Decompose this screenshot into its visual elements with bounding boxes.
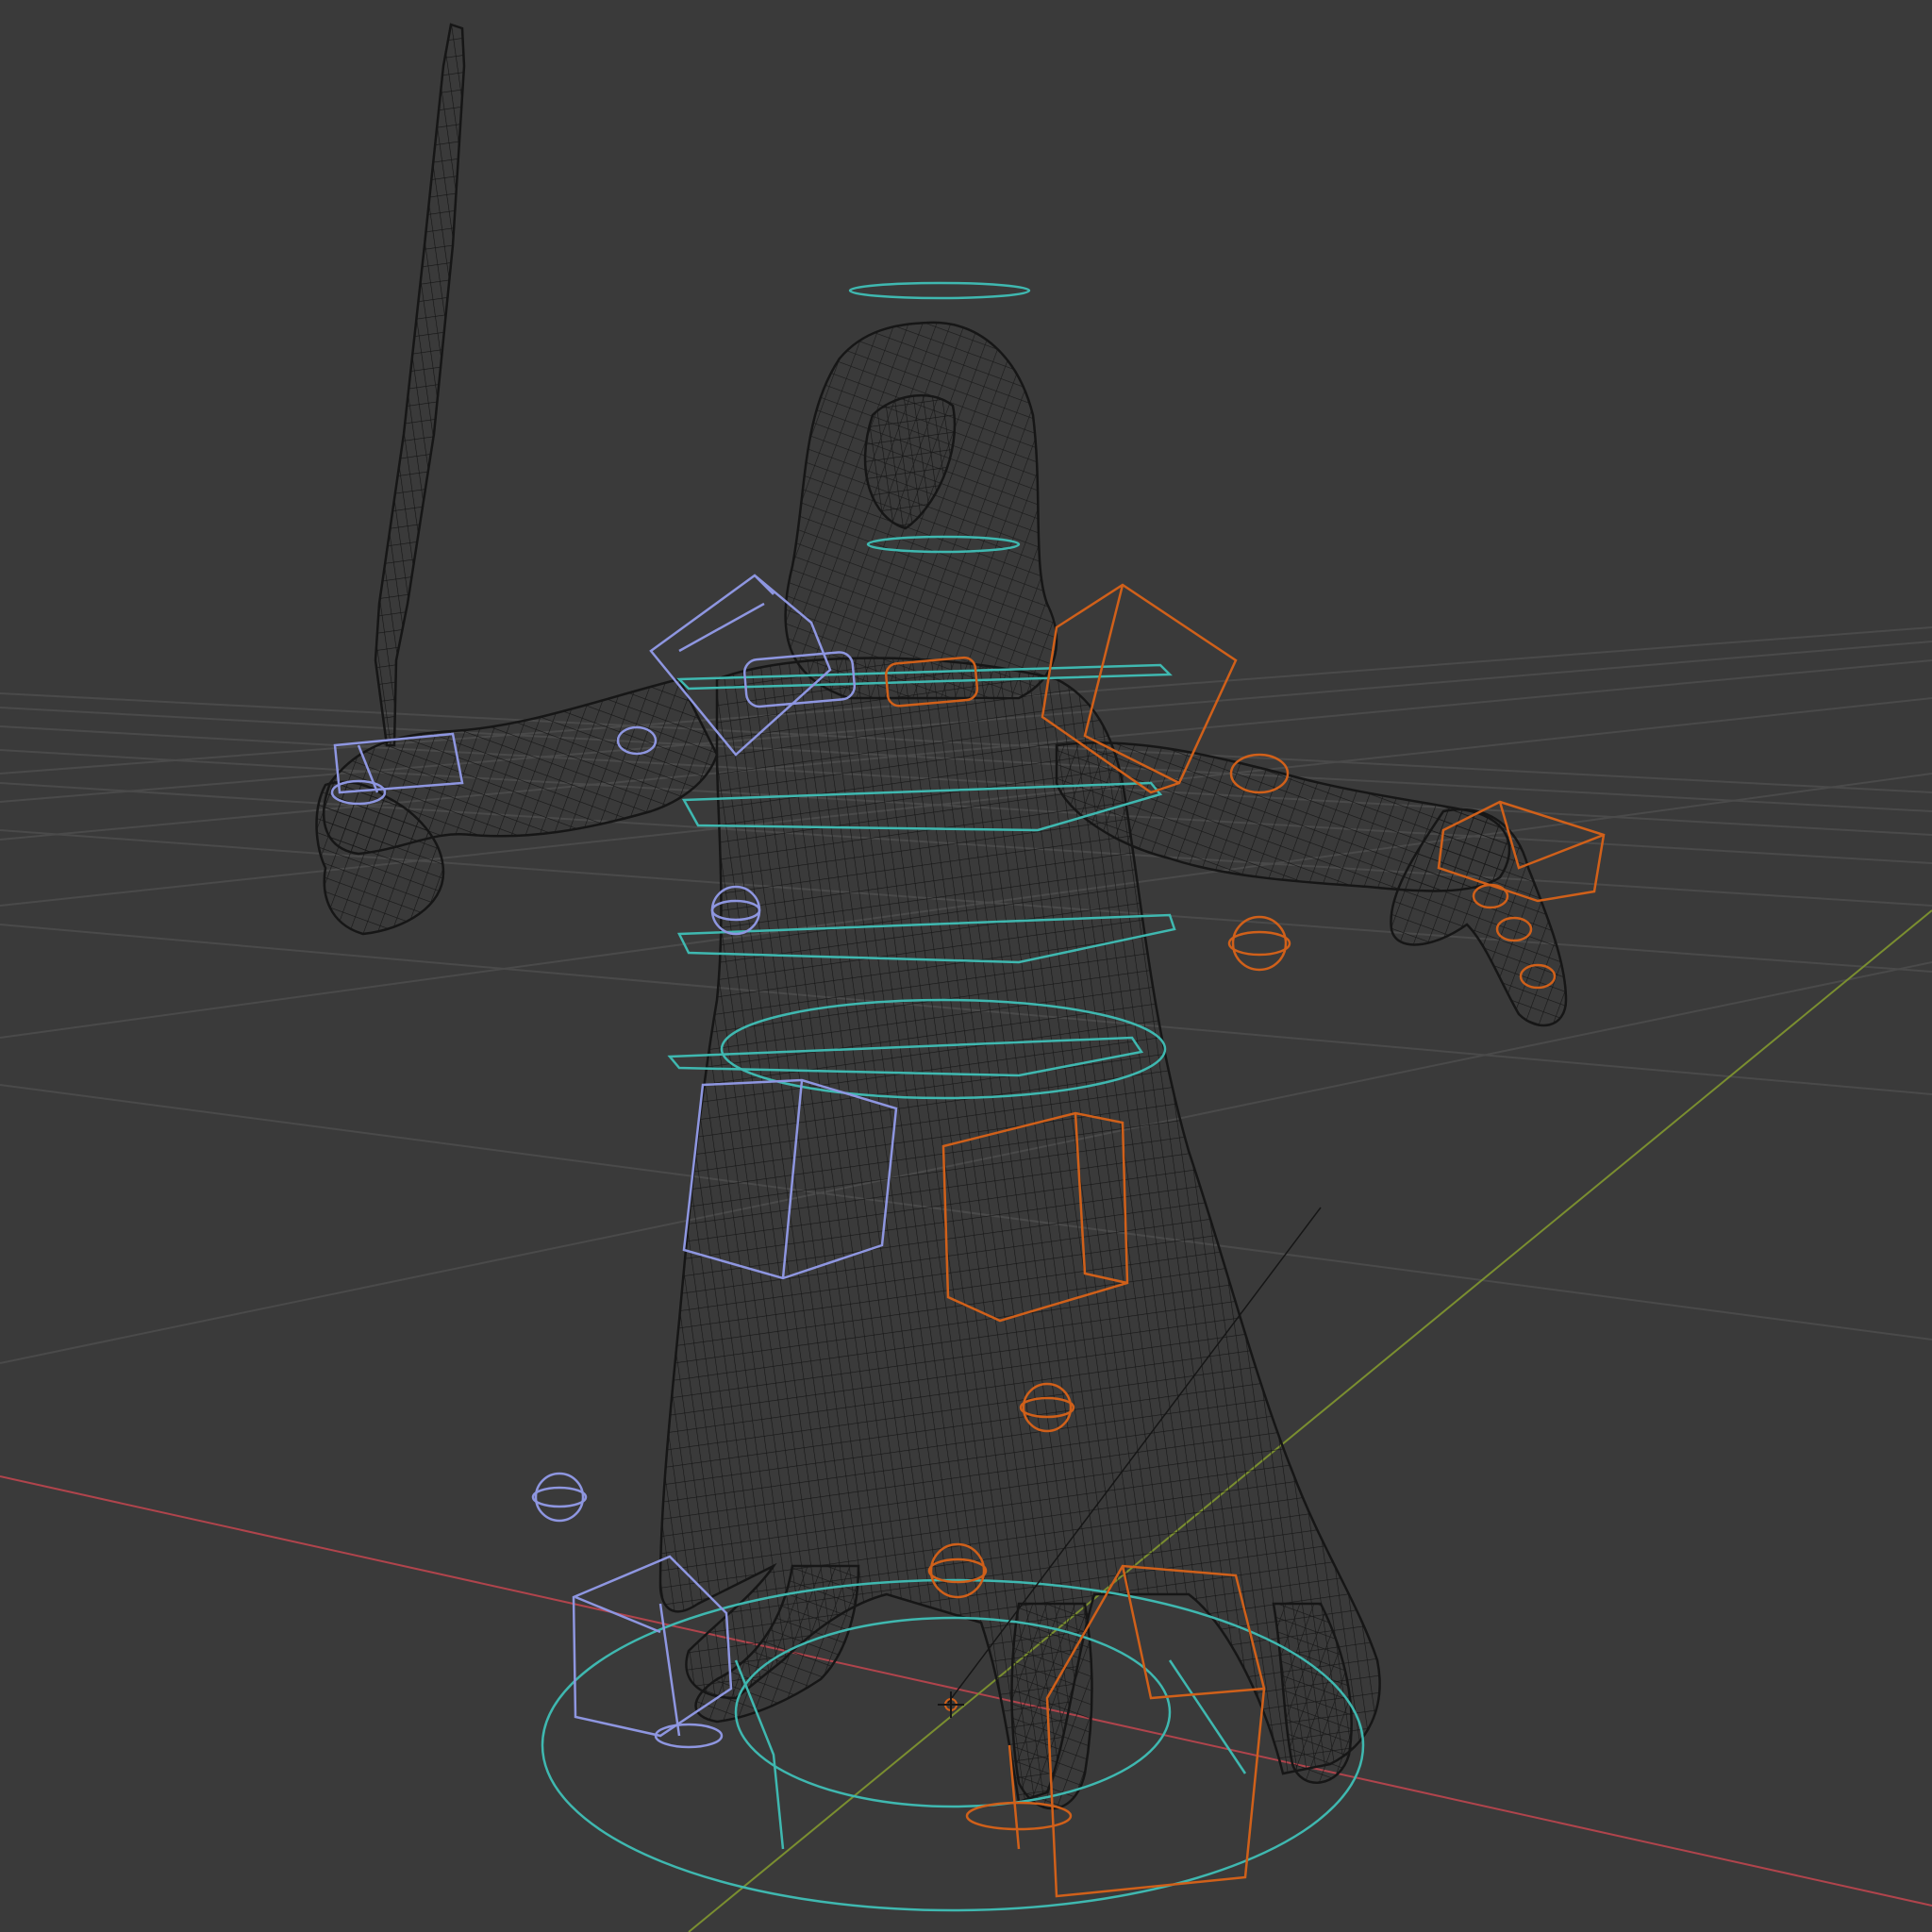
3d-viewport[interactable] [0,0,1932,1932]
